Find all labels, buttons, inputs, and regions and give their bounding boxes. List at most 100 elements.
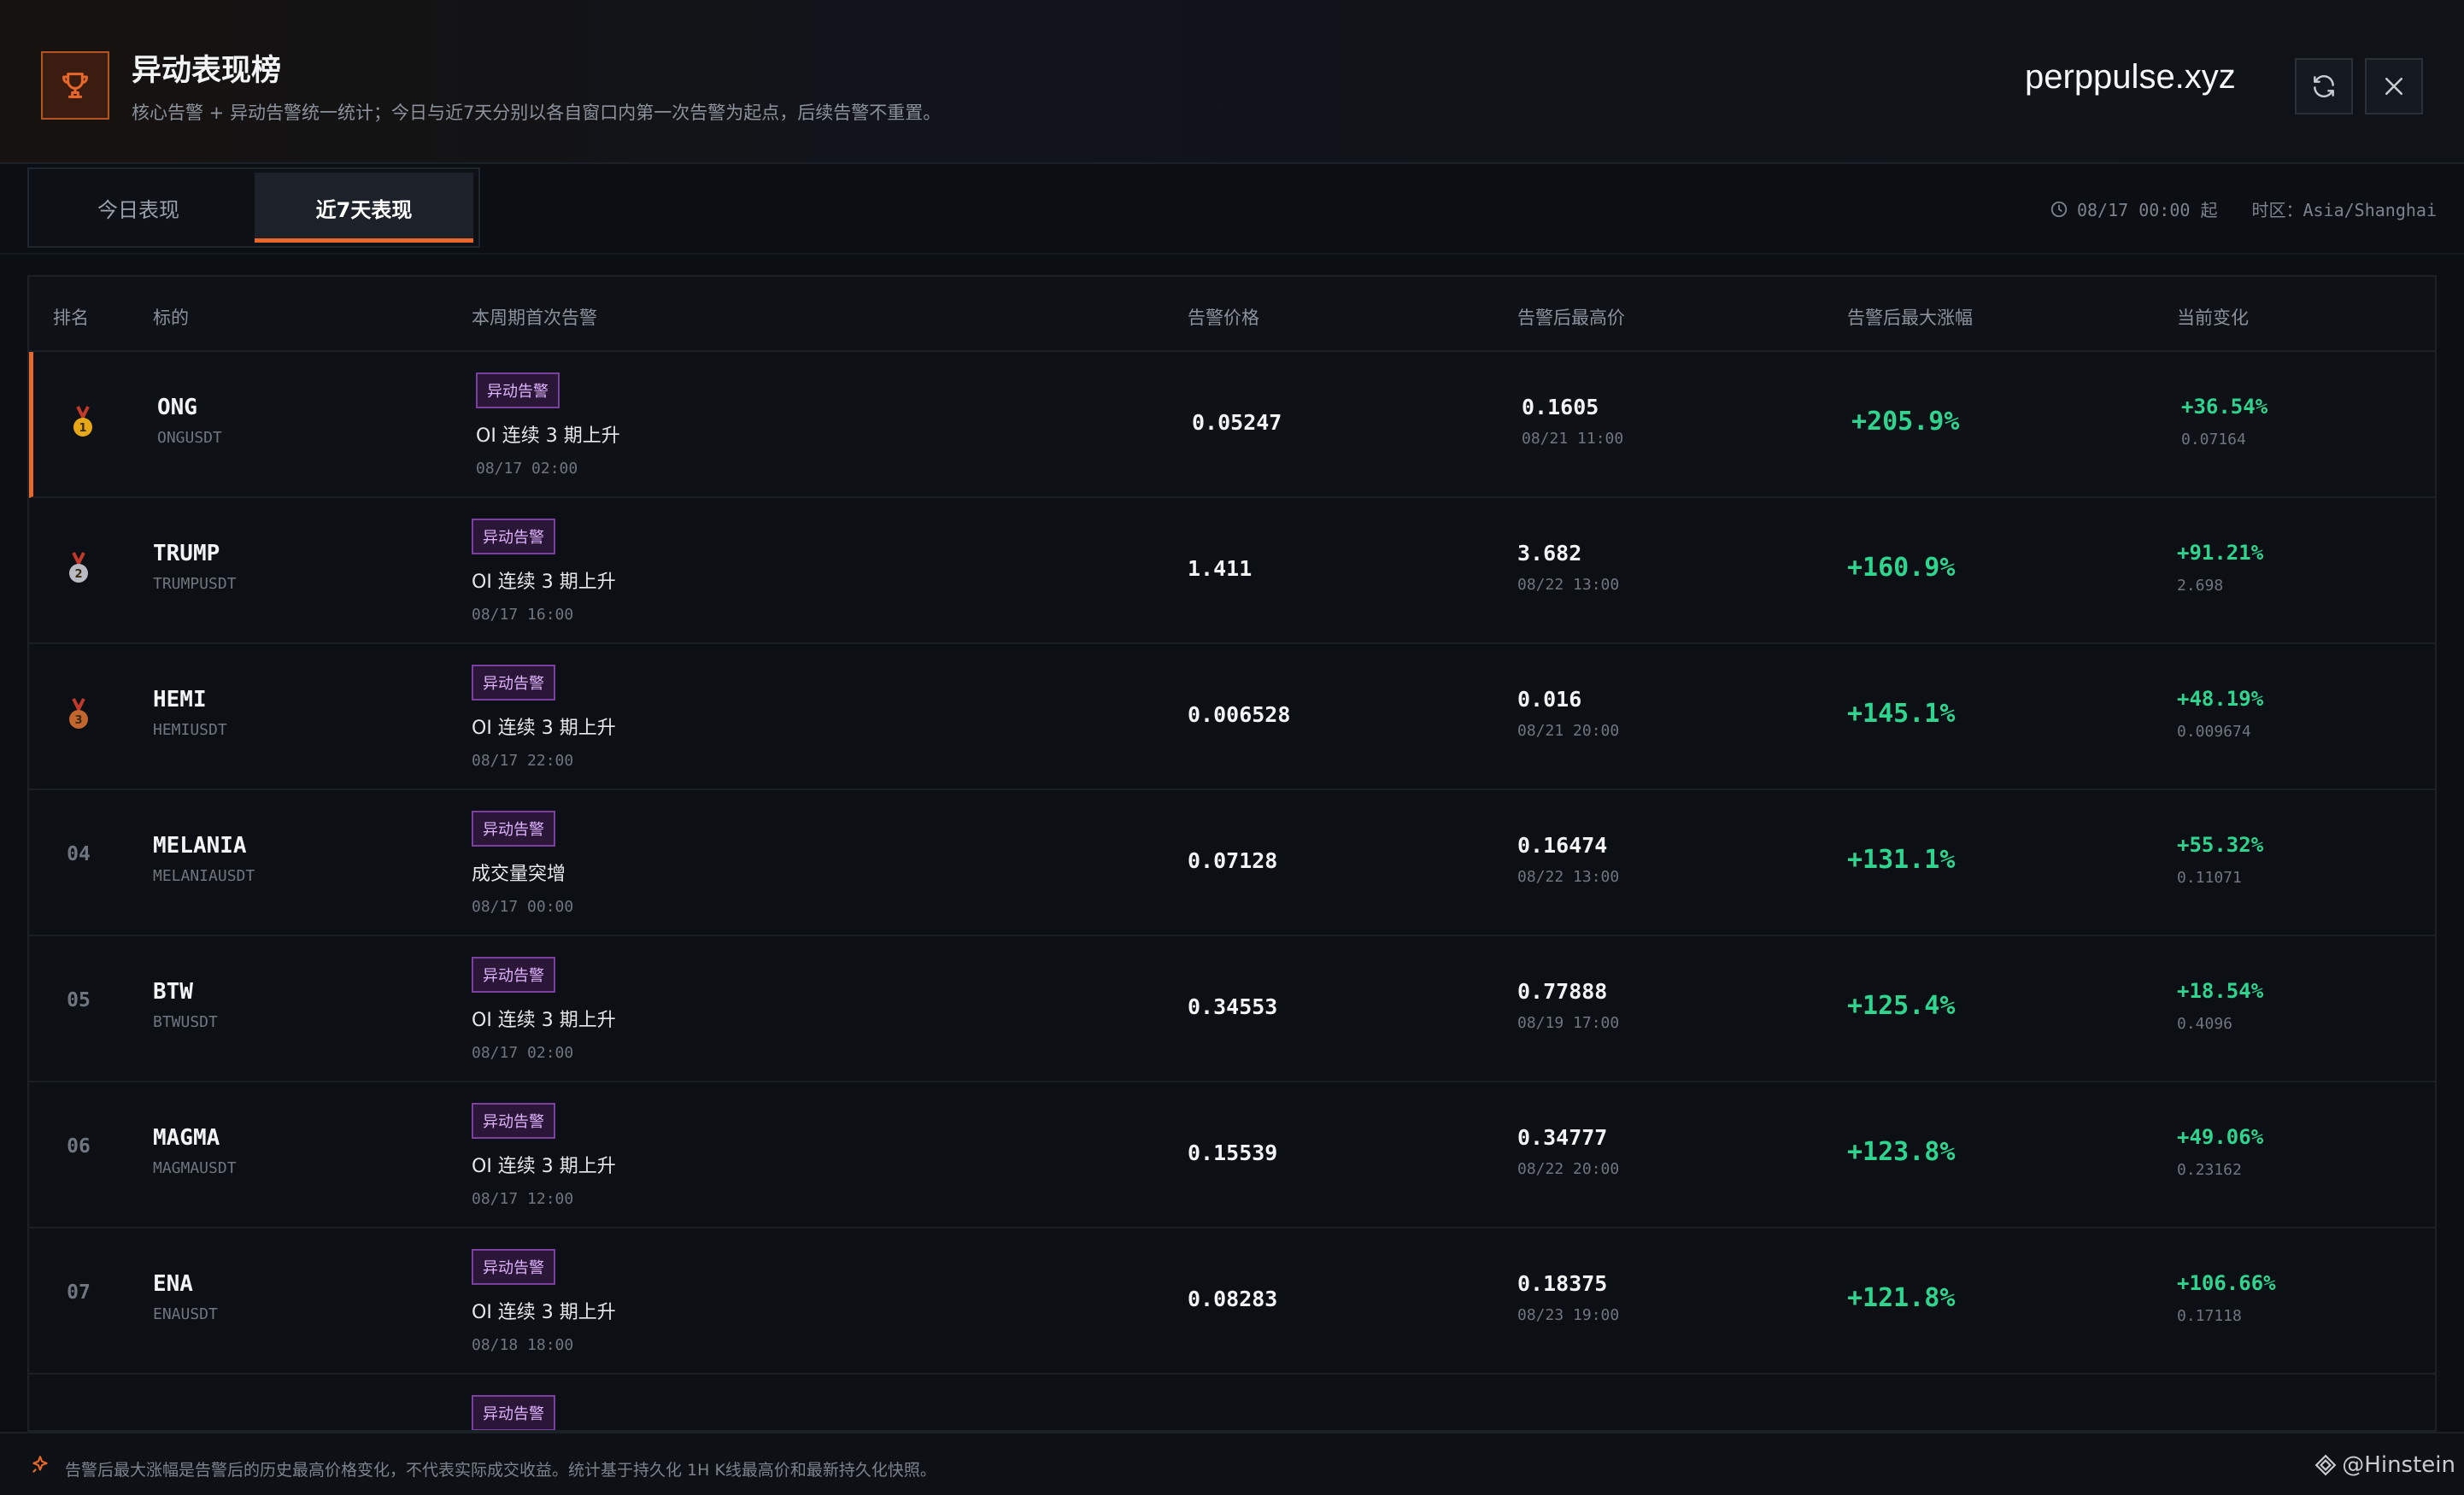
alert-type-badge: 异动告警 [472, 519, 555, 554]
svg-text:3: 3 [74, 714, 82, 727]
first-alert-cell: 异动告警 OI 连续 3 期上升 08/17 12:00 [472, 1103, 616, 1208]
page-subtitle: 核心告警 + 异动告警统一统计；今日与近7天分别以各自窗口内第一次告警为起点，后… [132, 103, 942, 123]
refresh-button[interactable] [2295, 58, 2353, 114]
first-alert-cell: 异动告警 OI 连续 3 期上升 08/17 22:00 [472, 665, 616, 770]
rank-number: 06 [67, 1135, 91, 1158]
window-meta: 08/17 00:00 起 时区：Asia/Shanghai [2050, 196, 2437, 221]
header: 异动表现榜 核心告警 + 异动告警统一统计；今日与近7天分别以各自窗口内第一次告… [0, 0, 2464, 164]
high-price-cell: 0.1605 08/21 11:00 [1522, 395, 1623, 448]
alert-time: 08/17 22:00 [472, 752, 574, 770]
close-icon [2385, 78, 2402, 95]
close-button[interactable] [2365, 58, 2423, 114]
table-row[interactable]: 3 HEMI HEMIUSDT 异动告警 OI 连续 3 期上升 08/17 22:00 0… [29, 644, 2435, 790]
symbol-cell: ENA ENAUSDT [153, 1271, 218, 1323]
rank-number: 04 [67, 843, 91, 865]
symbol-cell: TRUMP TRUMPUSDT [153, 541, 237, 593]
col-symbol: 标的 [153, 308, 189, 328]
table-row[interactable]: 06 MAGMA MAGMAUSDT 异动告警 OI 连续 3 期上升 08/17 12:… [29, 1082, 2435, 1228]
current-change-pct: +91.21% [2177, 541, 2264, 565]
symbol-pair: ONGUSDT [157, 429, 222, 447]
table-row[interactable]: 1 ONG ONGUSDT 异动告警 OI 连续 3 期上升 08/17 02:00 0.0… [29, 352, 2435, 498]
table-row[interactable]: 异动告警 [29, 1375, 2435, 1430]
alert-price: 1.411 [1188, 556, 1253, 581]
high-time: 08/22 20:00 [1517, 1160, 1620, 1178]
brand-name: perppulse.xyz [2025, 58, 2236, 96]
svg-text:1: 1 [79, 422, 86, 435]
symbol-pair: MAGMAUSDT [153, 1159, 237, 1177]
high-price: 0.34777 [1517, 1125, 1608, 1150]
current-change-cell: +48.19% 0.009674 [2177, 687, 2263, 741]
tab-7days[interactable]: 近7天表现 [255, 173, 473, 243]
max-gain: +160.9% [1847, 553, 1956, 583]
window-start: 08/17 00:00 起 [2076, 200, 2218, 220]
col-alert-price: 告警价格 [1188, 308, 1259, 328]
high-price-cell: 0.34777 08/22 20:00 [1517, 1125, 1619, 1178]
high-price-cell: 3.682 08/22 13:00 [1517, 541, 1619, 594]
alert-time: 08/18 18:00 [472, 1336, 574, 1354]
current-change-pct: +49.06% [2177, 1125, 2264, 1149]
alert-reason: 成交量突增 [472, 864, 566, 885]
table-row[interactable]: 04 MELANIA MELANIAUSDT 异动告警 成交量突增 08/17 00:00… [29, 790, 2435, 936]
max-gain: +123.8% [1847, 1137, 1956, 1167]
tab-today[interactable]: 今日表现 [29, 169, 248, 246]
high-time: 08/21 11:00 [1522, 430, 1624, 448]
alert-reason: OI 连续 3 期上升 [472, 1156, 616, 1177]
period-tabs: 今日表现 近7天表现 [27, 167, 480, 248]
high-price-cell: 0.18375 08/23 19:00 [1517, 1271, 1619, 1324]
alert-time: 08/17 00:00 [472, 898, 574, 916]
current-price: 0.17118 [2177, 1307, 2242, 1325]
first-alert-cell: 异动告警 [472, 1395, 555, 1430]
current-price: 0.009674 [2177, 723, 2251, 741]
col-rank: 排名 [53, 308, 89, 328]
symbol-name: HEMI [153, 687, 207, 712]
symbol-name: TRUMP [153, 541, 220, 566]
high-price-cell: 0.016 08/21 20:00 [1517, 687, 1619, 740]
alert-time: 08/17 02:00 [476, 460, 578, 478]
symbol-pair: HEMIUSDT [153, 721, 227, 739]
high-price-cell: 0.16474 08/22 13:00 [1517, 833, 1619, 886]
sparkle-icon [32, 1456, 48, 1473]
high-price: 0.16474 [1517, 833, 1608, 858]
max-gain: +205.9% [1851, 407, 1960, 437]
divider [0, 253, 2464, 255]
alert-time: 08/17 02:00 [472, 1044, 574, 1062]
symbol-pair: BTWUSDT [153, 1013, 218, 1031]
symbol-cell: ONG ONGUSDT [157, 395, 222, 447]
alert-type-badge: 异动告警 [472, 957, 555, 993]
high-time: 08/23 19:00 [1517, 1306, 1620, 1324]
first-alert-cell: 异动告警 成交量突增 08/17 00:00 [472, 811, 573, 916]
current-change-pct: +36.54% [2181, 395, 2268, 419]
high-time: 08/22 13:00 [1517, 868, 1620, 886]
alert-type-badge: 异动告警 [476, 372, 560, 408]
high-price-cell: 0.77888 08/19 17:00 [1517, 979, 1619, 1032]
symbol-cell: MELANIA MELANIAUSDT [153, 833, 255, 885]
alert-price: 0.15539 [1188, 1140, 1278, 1165]
alert-type-badge: 异动告警 [472, 1249, 555, 1285]
medal-gold-icon: 1 [57, 405, 109, 444]
alert-price: 0.07128 [1188, 848, 1278, 873]
table-header: 排名 标的 本周期首次告警 告警价格 告警后最高价 告警后最大涨幅 当前变化 [29, 277, 2435, 352]
symbol-name: MAGMA [153, 1125, 220, 1151]
first-alert-cell: 异动告警 OI 连续 3 期上升 08/17 02:00 [472, 957, 616, 1062]
table-row[interactable]: 2 TRUMP TRUMPUSDT 异动告警 OI 连续 3 期上升 08/17 16:0… [29, 498, 2435, 644]
clock-icon [2050, 201, 2068, 217]
symbol-cell: BTW BTWUSDT [153, 979, 218, 1031]
symbol-name: ONG [157, 395, 197, 420]
medal-bronze-icon: 3 [53, 697, 104, 736]
high-price: 0.016 [1517, 687, 1582, 712]
medal-silver-icon: 2 [53, 551, 104, 590]
current-price: 0.11071 [2177, 869, 2242, 887]
table-row[interactable]: 05 BTW BTWUSDT 异动告警 OI 连续 3 期上升 08/17 02:00 0.… [29, 936, 2435, 1082]
rank-number: 05 [67, 989, 91, 1011]
symbol-pair: ENAUSDT [153, 1305, 218, 1323]
high-price: 0.18375 [1517, 1271, 1608, 1296]
current-change-pct: +55.32% [2177, 833, 2264, 857]
high-price: 0.77888 [1517, 979, 1608, 1004]
alert-reason: OI 连续 3 期上升 [476, 425, 620, 447]
symbol-cell: HEMI HEMIUSDT [153, 687, 227, 739]
symbol-name: MELANIA [153, 833, 247, 859]
table-row[interactable]: 07 ENA ENAUSDT 异动告警 OI 连续 3 期上升 08/18 18:00 0.… [29, 1228, 2435, 1375]
col-high-price: 告警后最高价 [1517, 308, 1625, 328]
table-body: 1 ONG ONGUSDT 异动告警 OI 连续 3 期上升 08/17 02:00 0.0… [29, 352, 2435, 1430]
alert-reason: OI 连续 3 期上升 [472, 572, 616, 593]
